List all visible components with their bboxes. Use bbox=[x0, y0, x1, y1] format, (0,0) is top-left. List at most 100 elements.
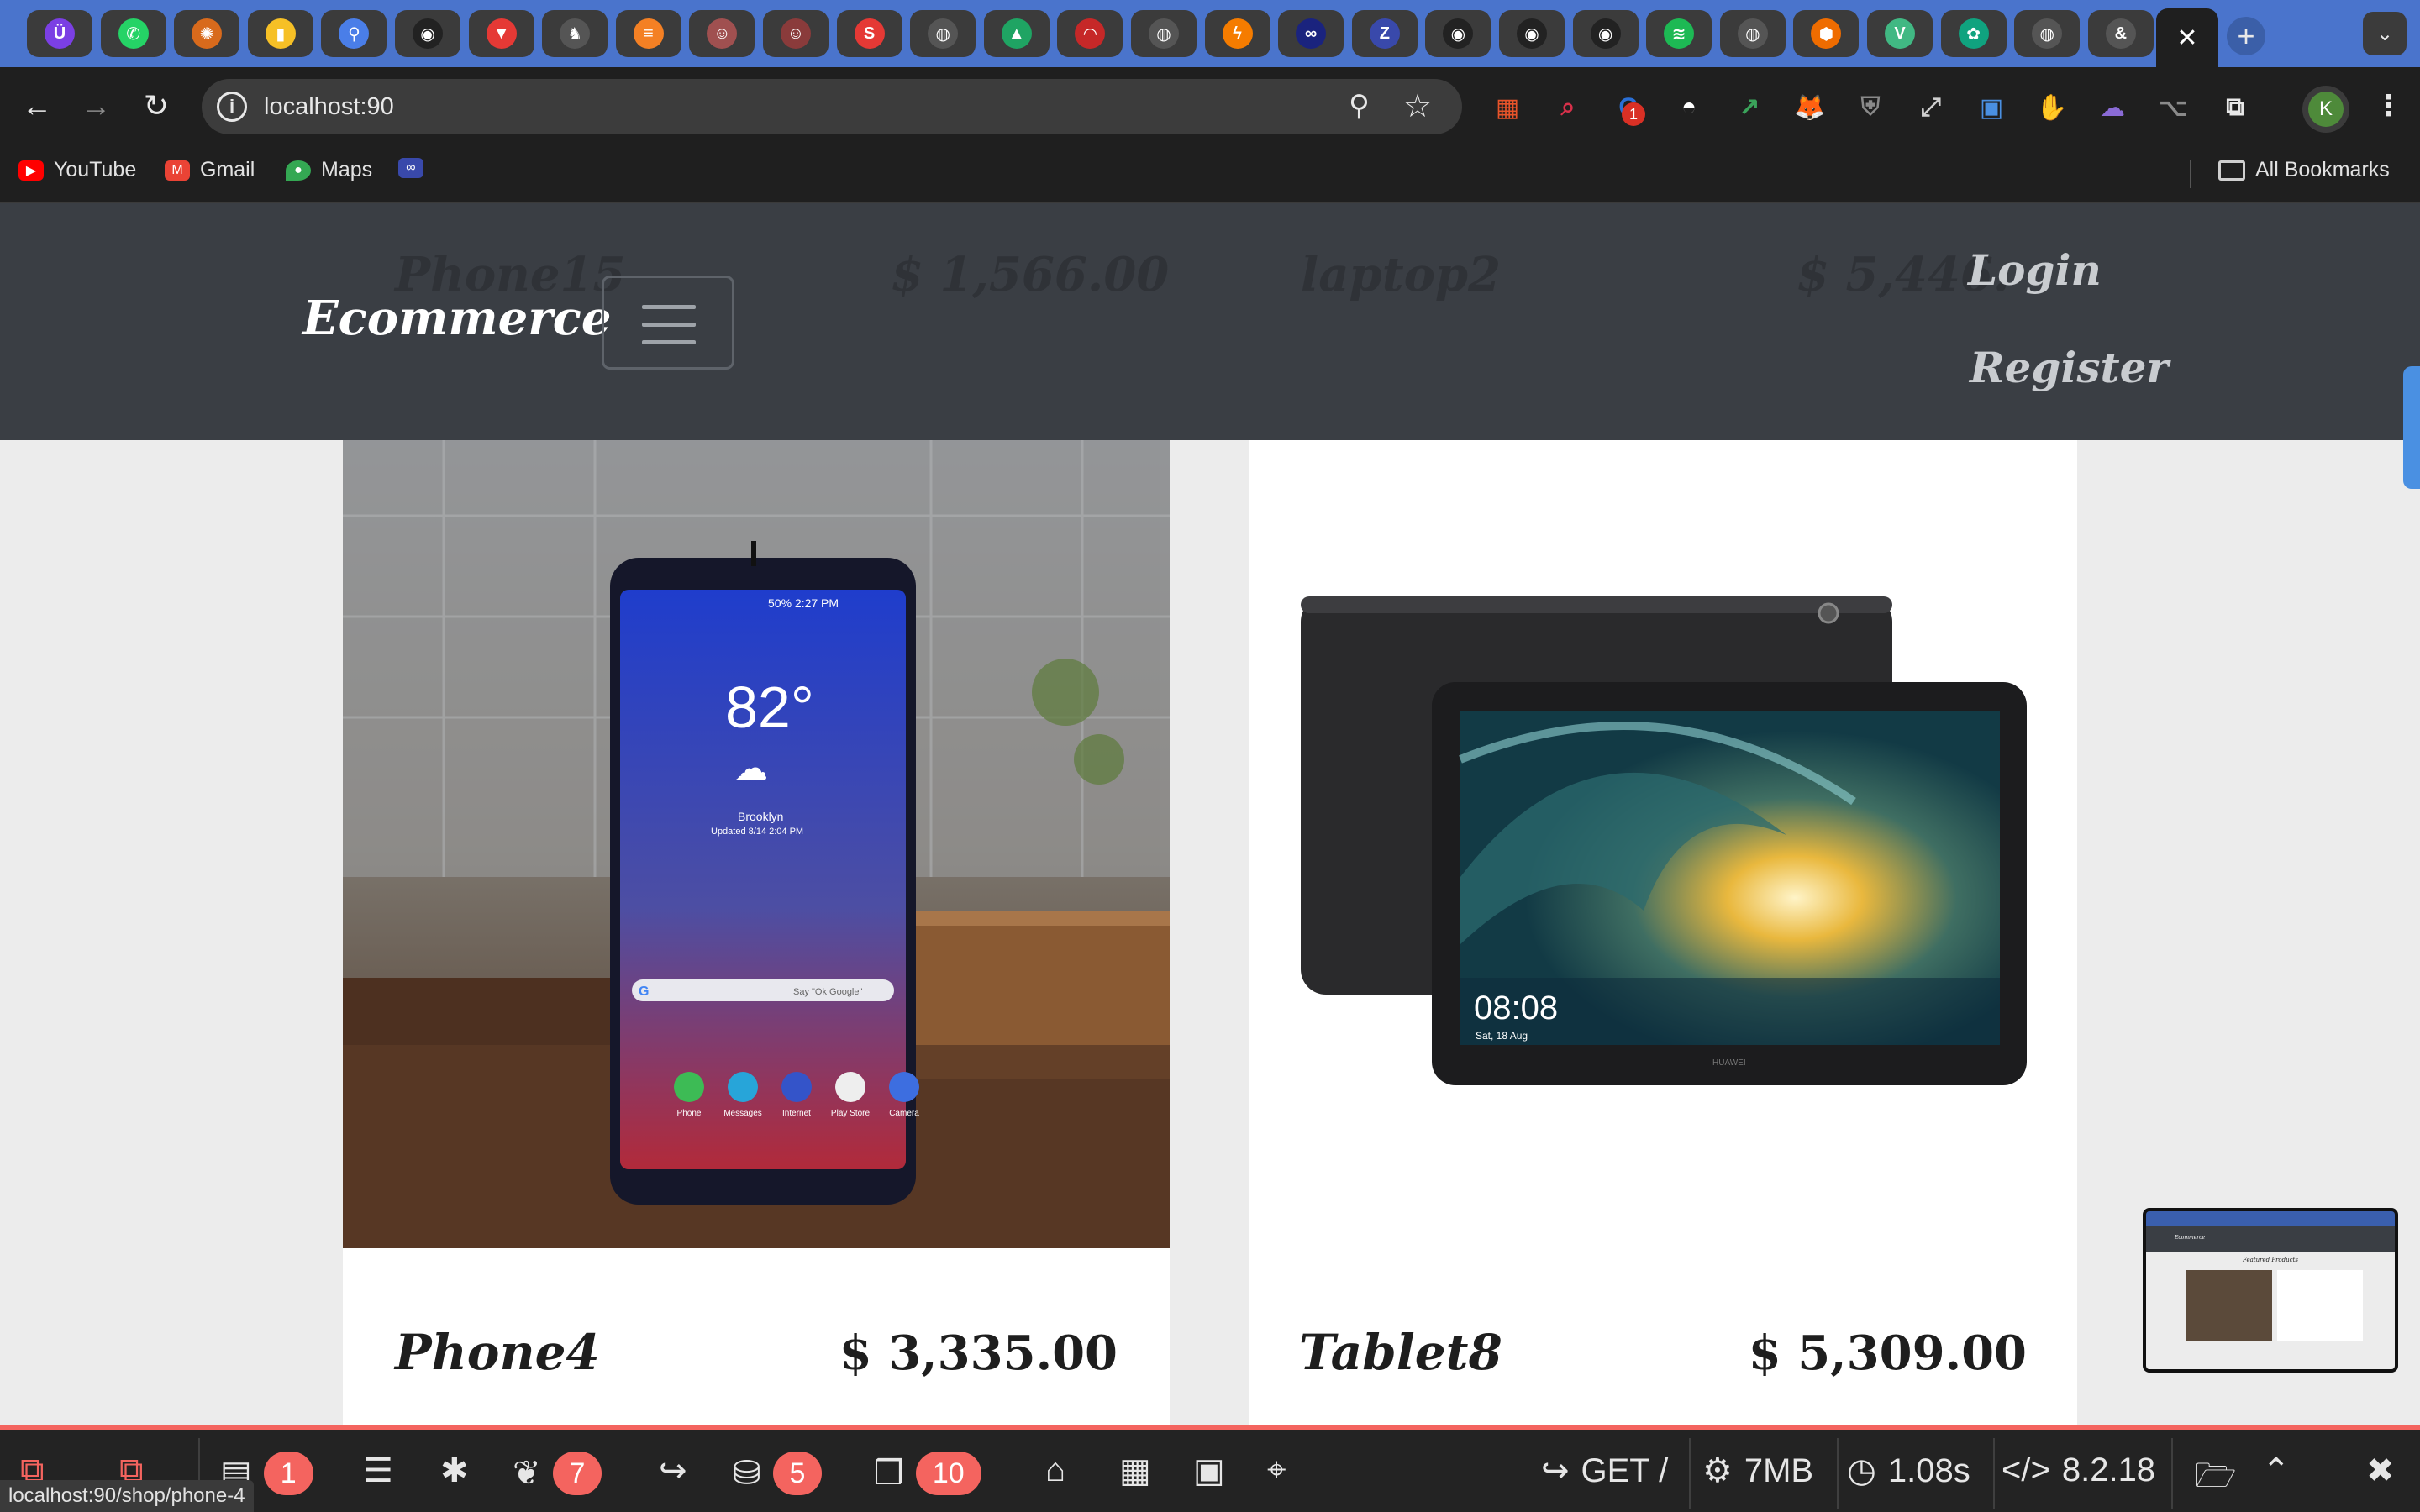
tab-search-icon[interactable]: ⌄ bbox=[2363, 12, 2407, 55]
chart-ext-icon[interactable]: ↗ bbox=[1733, 91, 1766, 124]
debugbar-session[interactable]: ▣ bbox=[1193, 1452, 1225, 1490]
docs-icon: ⚲ bbox=[339, 18, 370, 49]
browser-tab[interactable]: & bbox=[2087, 10, 2154, 57]
browser-tab[interactable]: ◍ bbox=[910, 10, 976, 57]
profile-avatar[interactable]: K bbox=[2302, 86, 2349, 133]
nav-register-link[interactable]: Register bbox=[1970, 343, 2169, 392]
chrome-menu-icon[interactable]: ⋮ bbox=[2375, 89, 2403, 123]
debugbar-tags[interactable]: ⌖ bbox=[1267, 1452, 1286, 1489]
browser-tab[interactable]: Ü bbox=[27, 10, 92, 57]
product-name[interactable]: Phone4 bbox=[395, 1324, 600, 1381]
site-info-icon[interactable]: i bbox=[217, 92, 247, 122]
metamask-icon[interactable]: 🦊 bbox=[1793, 91, 1827, 124]
debugbar-open[interactable]: 🗁 bbox=[2195, 1452, 2237, 1509]
pokeball-icon[interactable]: ◓ bbox=[1672, 91, 1706, 124]
bookmark-link[interactable]: ∞ bbox=[398, 158, 424, 178]
browser-tab[interactable]: ◉ bbox=[395, 10, 460, 57]
browser-tab[interactable]: ◠ bbox=[1057, 10, 1123, 57]
address-url[interactable]: localhost:90 bbox=[264, 93, 394, 121]
nav-login-link[interactable]: Login bbox=[1968, 245, 2102, 295]
browser-tab[interactable]: ▼ bbox=[468, 10, 534, 57]
product-image[interactable]: 50% 2:27 PM 82° ☁ Brooklyn Updated 8/14 … bbox=[343, 440, 1170, 1248]
thumb-laptop-image bbox=[2277, 1270, 2363, 1341]
browser-tab[interactable]: ◍ bbox=[1719, 10, 1786, 57]
address-bar[interactable]: i localhost:90 ⚲ ☆ bbox=[202, 79, 1462, 134]
puzzle-icon[interactable]: ⧉ bbox=[2218, 91, 2252, 124]
navbar-toggle-button[interactable] bbox=[602, 276, 734, 370]
browser-tab[interactable]: ∞ bbox=[1278, 10, 1344, 57]
browser-tab[interactable]: ◉ bbox=[1499, 10, 1565, 57]
gmail-icon: M bbox=[165, 160, 190, 181]
browser-tab[interactable]: ✆ bbox=[100, 10, 166, 57]
product-image[interactable]: 08:08 Sat, 18 Aug HUAWEI bbox=[1249, 440, 2077, 1248]
debugbar-close[interactable]: ✖ bbox=[2366, 1452, 2395, 1490]
calendar-ext-icon[interactable]: ▦ bbox=[1491, 91, 1524, 124]
browser-tab[interactable]: V bbox=[1867, 10, 1933, 57]
debugbar-memory[interactable]: ⚙ 7MB bbox=[1702, 1452, 1813, 1490]
debugbar-views[interactable]: ❒ 10 bbox=[874, 1452, 981, 1495]
browser-tab[interactable]: ▮ bbox=[247, 10, 313, 57]
zoom-icon[interactable]: ⚲ bbox=[1349, 89, 1370, 123]
messages-count: 1 bbox=[263, 1452, 313, 1495]
product-card[interactable]: 50% 2:27 PM 82° ☁ Brooklyn Updated 8/14 … bbox=[343, 440, 1170, 1425]
browser-tab[interactable]: Z bbox=[1351, 10, 1418, 57]
debugbar-exceptions[interactable]: ✱ bbox=[440, 1452, 469, 1490]
browser-tab[interactable]: S bbox=[836, 10, 902, 57]
forward-icon[interactable]: → bbox=[76, 86, 116, 126]
debugbar-timeline[interactable]: ☰ bbox=[363, 1452, 393, 1490]
browser-tab[interactable]: ◉ bbox=[1425, 10, 1491, 57]
bolt-icon: ϟ bbox=[1222, 18, 1253, 49]
browser-tab[interactable]: ≡ bbox=[615, 10, 681, 57]
bookmark-gmail[interactable]: M Gmail bbox=[165, 158, 255, 182]
bookmark-star-icon[interactable]: ☆ bbox=[1403, 87, 1432, 125]
gauge-icon: ◠ bbox=[1075, 18, 1106, 49]
debugbar-request[interactable]: ▦ bbox=[1119, 1452, 1151, 1490]
site-brand[interactable]: Ecommerce bbox=[302, 291, 612, 346]
shield-ext-icon[interactable]: ⛨ bbox=[1854, 91, 1887, 124]
debugbar-maximize[interactable]: ⌃ bbox=[2262, 1452, 2291, 1490]
debugbar-models[interactable]: ❦ 7 bbox=[513, 1452, 602, 1495]
expand-icon[interactable]: ⤢ bbox=[1914, 91, 1948, 124]
search-ext-icon[interactable]: ⌕ bbox=[1551, 91, 1585, 124]
reload-icon[interactable]: ↻ bbox=[136, 86, 176, 126]
screen-recording-thumbnail[interactable]: Ecommerce Featured Products bbox=[2143, 1208, 2398, 1373]
browser-tab[interactable]: ϟ bbox=[1204, 10, 1270, 57]
product-price: $ 5,309.00 bbox=[1748, 1326, 2027, 1381]
new-tab-button[interactable]: + bbox=[2227, 17, 2265, 55]
browser-tab[interactable]: ✺ bbox=[174, 10, 240, 57]
active-tab[interactable]: ✕ bbox=[2156, 8, 2218, 67]
debugbar-method[interactable]: ↪ GET / bbox=[1541, 1452, 1668, 1490]
close-tab-icon[interactable]: ✕ bbox=[2176, 24, 2197, 53]
browser-tab[interactable]: ✿ bbox=[1940, 10, 2007, 57]
browser-tab[interactable]: ♞ bbox=[542, 10, 608, 57]
mouse-ext-icon[interactable]: ⌥ bbox=[2156, 91, 2190, 124]
image-ext-icon[interactable]: ▣ bbox=[1975, 91, 2008, 124]
back-icon[interactable]: ← bbox=[17, 86, 57, 126]
browser-tab[interactable]: ◍ bbox=[1131, 10, 1197, 57]
debugbar-time[interactable]: ◷ 1.08s bbox=[1847, 1452, 1970, 1490]
product-name[interactable]: Tablet8 bbox=[1299, 1324, 1502, 1381]
bookmark-youtube[interactable]: ▶ YouTube bbox=[18, 158, 136, 182]
browser-tab[interactable]: ◍ bbox=[2014, 10, 2081, 57]
browser-tab[interactable]: ⬢ bbox=[1793, 10, 1860, 57]
debugbar-php[interactable]: </> 8.2.18 bbox=[2002, 1452, 2155, 1489]
side-panel-tab[interactable] bbox=[2403, 366, 2420, 489]
debugbar-mail[interactable]: ⌂ bbox=[1045, 1452, 1065, 1489]
debugbar-route[interactable]: ↪ bbox=[659, 1452, 687, 1490]
browser-tab[interactable]: ◉ bbox=[1572, 10, 1639, 57]
debugbar-divider bbox=[2171, 1438, 2173, 1509]
hand-ext-icon[interactable]: ✋ bbox=[2035, 91, 2069, 124]
all-bookmarks[interactable]: All Bookmarks bbox=[2218, 158, 2390, 182]
bookmark-label: Maps bbox=[321, 158, 373, 181]
browser-tab[interactable]: ☺ bbox=[763, 10, 829, 57]
bookmark-maps[interactable]: ● Maps bbox=[286, 158, 372, 182]
request-method: GET / bbox=[1581, 1452, 1669, 1489]
product-card[interactable]: 08:08 Sat, 18 Aug HUAWEI Tablet8 $ 5,309… bbox=[1249, 440, 2077, 1425]
browser-tab[interactable]: ▲ bbox=[983, 10, 1050, 57]
browser-tab[interactable]: ☺ bbox=[689, 10, 755, 57]
browser-tab[interactable]: ⚲ bbox=[321, 10, 387, 57]
archive-icon: ▣ bbox=[1193, 1452, 1225, 1489]
ghost-ext-icon[interactable]: ☁ bbox=[2096, 91, 2129, 124]
debugbar-queries[interactable]: ⛁ 5 bbox=[733, 1452, 823, 1495]
browser-tab[interactable]: ≋ bbox=[1646, 10, 1712, 57]
